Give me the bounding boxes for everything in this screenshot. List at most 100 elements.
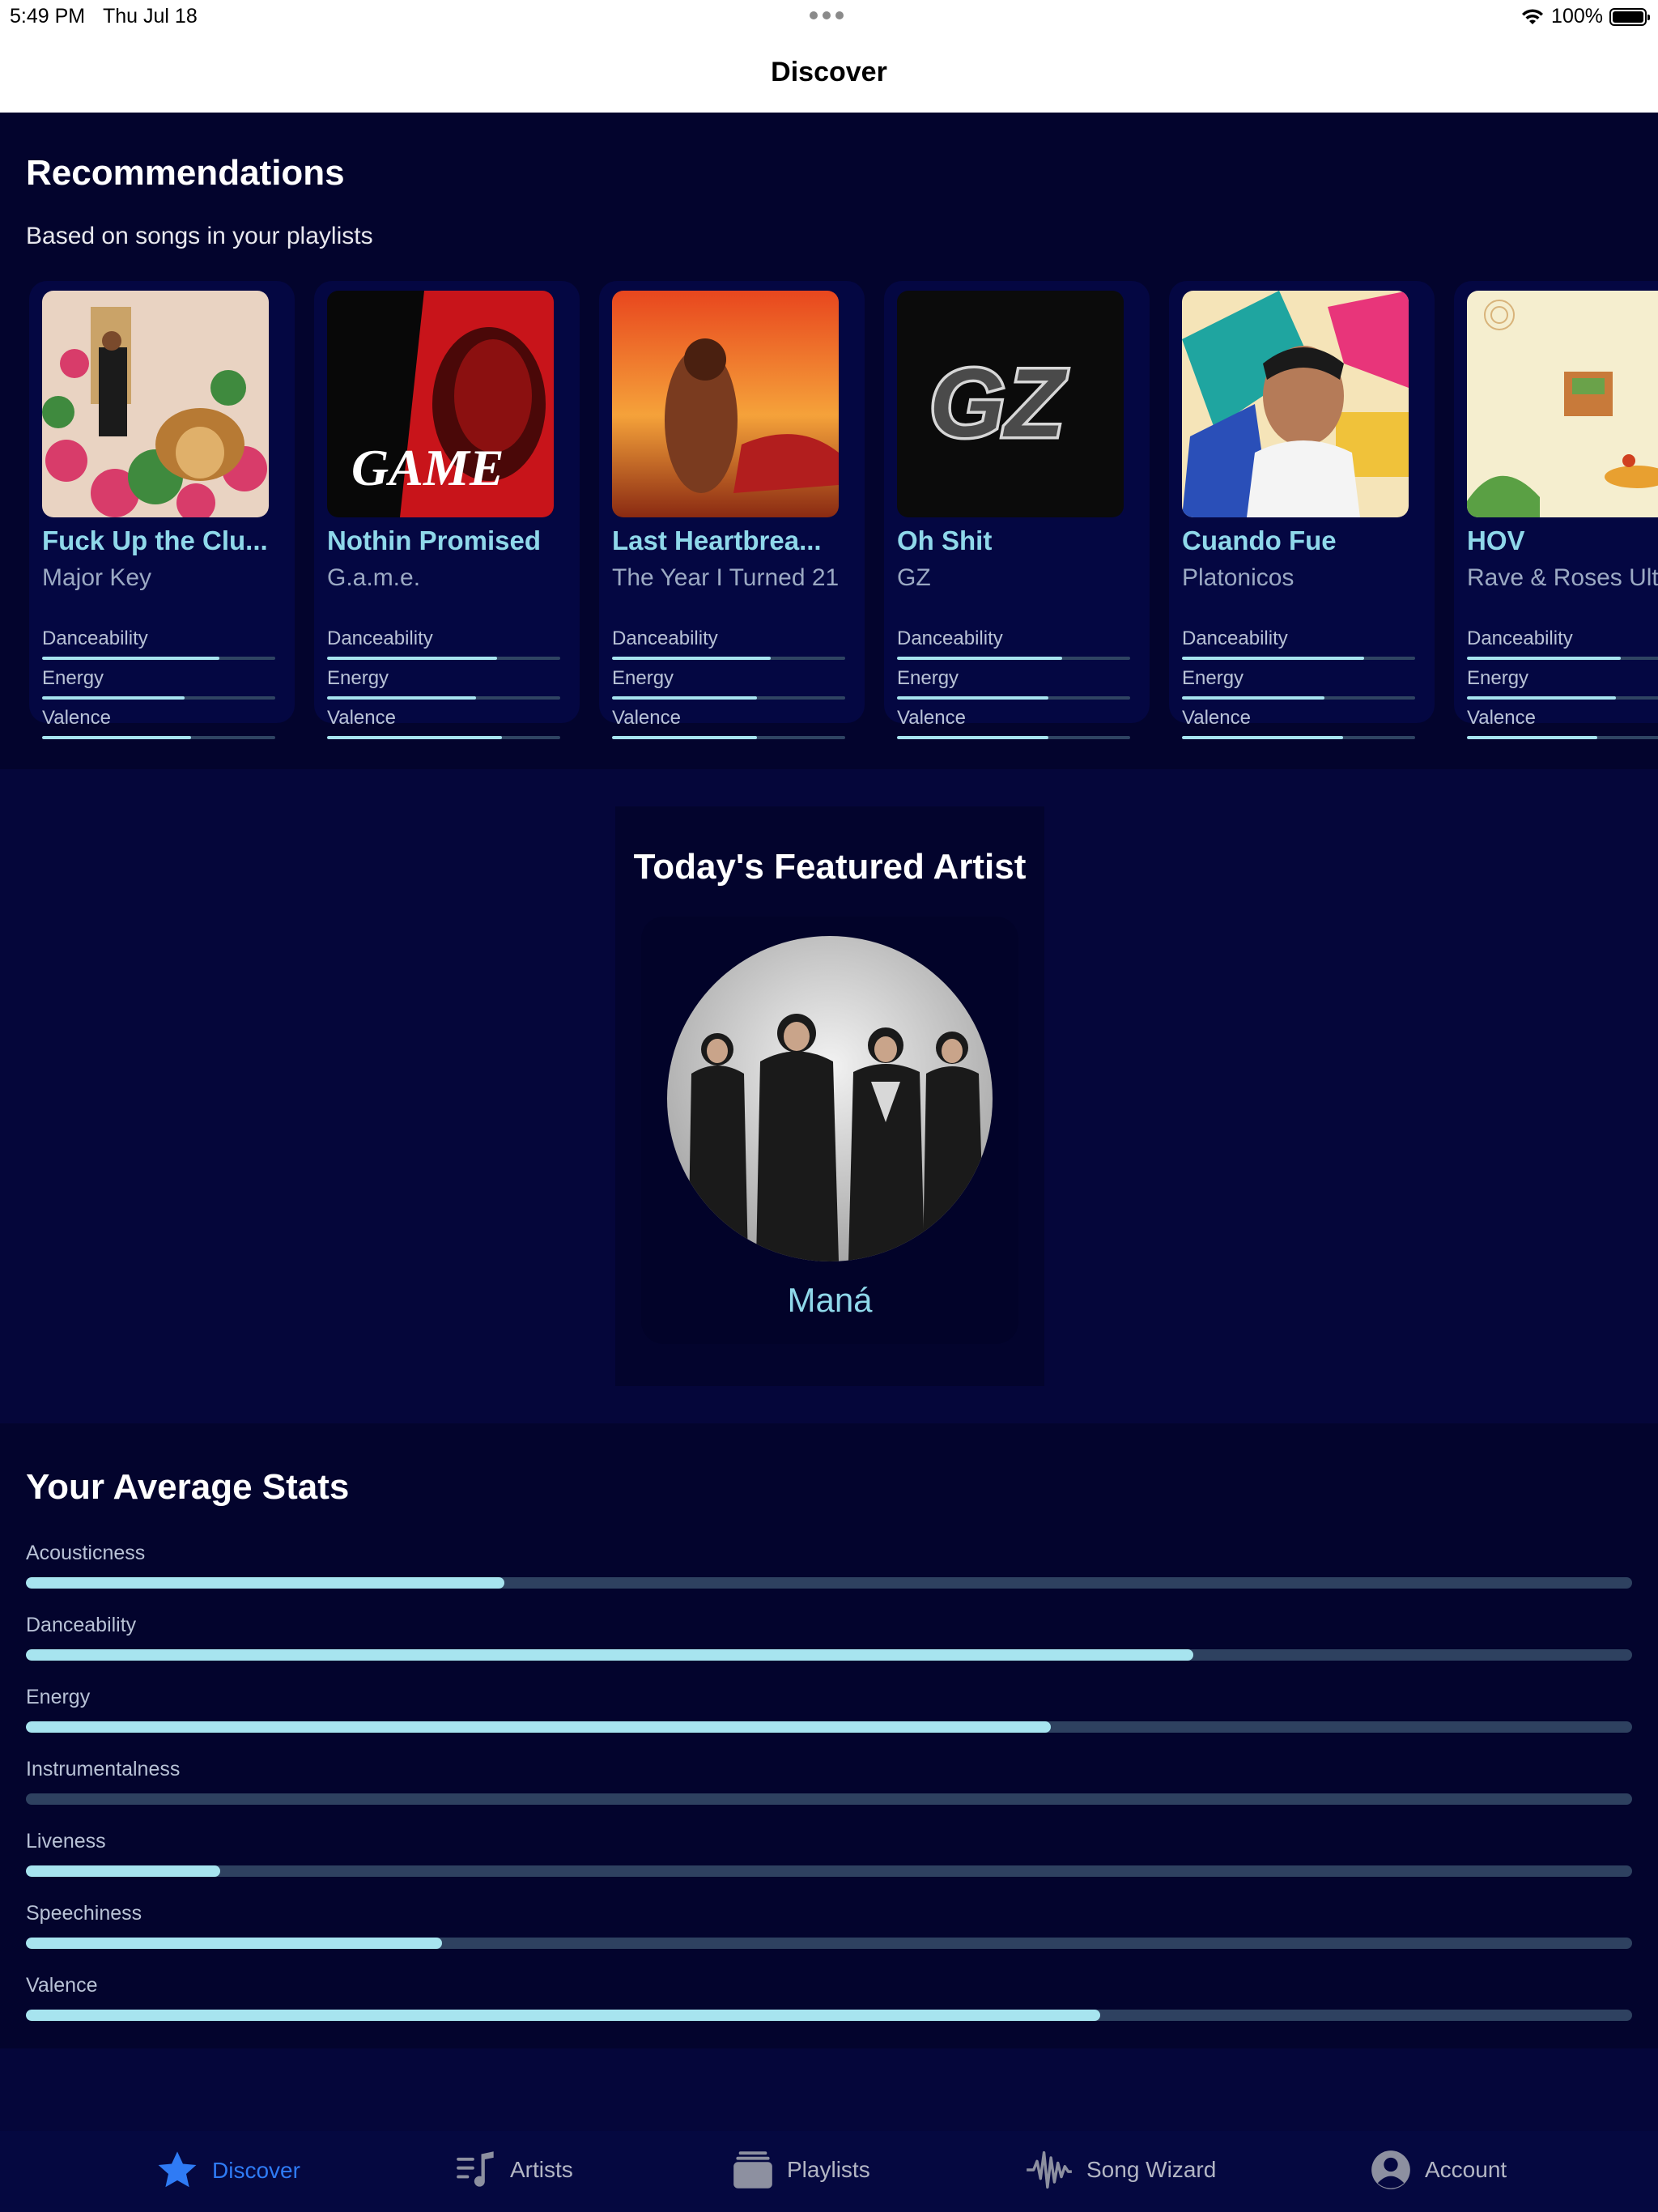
recommendation-card[interactable]: GZ GZ Oh Shit GZ Danceability Energy Vale… (884, 281, 1150, 739)
stat-label: Energy (26, 1686, 91, 1708)
album-cover[interactable] (42, 291, 269, 517)
feature-track (327, 736, 560, 739)
song-title[interactable]: Fuck Up the Clu... (42, 525, 282, 556)
average-stats-section: Your Average Stats Acousticness Danceabi… (0, 1423, 1658, 2048)
artist-photo (667, 936, 993, 1261)
wifi-icon (1522, 8, 1544, 24)
feature-track (612, 657, 845, 660)
tab-label: Account (1425, 2157, 1507, 2182)
stat-speechiness: Speechiness (26, 1902, 1632, 1949)
stat-fill (26, 1577, 505, 1589)
feature-label: Valence (612, 707, 681, 729)
page-title: Discover (771, 57, 887, 87)
feature-energy: Energy (897, 667, 1130, 700)
feature-track (1182, 657, 1415, 660)
recommendation-card[interactable]: Fuck Up the Clu... Major Key Danceabilit… (29, 281, 295, 739)
battery-icon (1609, 7, 1650, 26)
stack-icon (733, 2151, 772, 2189)
feature-fill (1182, 657, 1364, 660)
feature-fill (612, 736, 757, 739)
recommendations-subtitle: Based on songs in your playlists (26, 223, 373, 249)
feature-danceability: Danceability (612, 627, 845, 660)
tab-bar: Discover Artists Playlists Song Wizard A… (0, 2131, 1658, 2212)
feature-label: Danceability (897, 627, 1003, 649)
recommendation-card[interactable]: Cuando Fue Platonicos Danceability Energ… (1169, 281, 1435, 739)
status-time: 5:49 PM (10, 5, 86, 28)
artist-name[interactable]: Maná (641, 1281, 1018, 1320)
stat-label: Danceability (26, 1614, 137, 1636)
multitasking-dots-icon[interactable] (810, 11, 844, 19)
tab-discover[interactable]: Discover (155, 2149, 300, 2193)
feature-danceability: Danceability (327, 627, 560, 660)
song-title[interactable]: HOV (1467, 525, 1658, 556)
feature-danceability: Danceability (1467, 627, 1658, 660)
tab-song-wizard[interactable]: Song Wizard (1025, 2149, 1216, 2191)
stat-instrumentalness: Instrumentalness (26, 1758, 1632, 1805)
album-cover[interactable]: GZ GZ (897, 291, 1124, 517)
feature-energy: Energy (1467, 667, 1658, 700)
album-cover[interactable] (1467, 291, 1658, 517)
song-title[interactable]: Last Heartbrea... (612, 525, 852, 556)
stat-energy: Energy (26, 1686, 1632, 1733)
featured-artist-section: Today's Featured Artist Maná (615, 806, 1044, 1386)
stat-fill (26, 2010, 1101, 2021)
feature-danceability: Danceability (42, 627, 275, 660)
feature-label: Danceability (612, 627, 718, 649)
stat-track (26, 2010, 1632, 2021)
tab-playlists[interactable]: Playlists (732, 2149, 870, 2191)
album-cover[interactable] (1182, 291, 1409, 517)
stat-track (26, 1721, 1632, 1733)
song-title[interactable]: Nothin Promised (327, 525, 567, 556)
feature-fill (1467, 736, 1598, 739)
feature-label: Danceability (42, 627, 148, 649)
featured-artist-card[interactable]: Maná (641, 917, 1018, 1344)
stat-track (26, 1793, 1632, 1805)
feature-fill (327, 696, 477, 700)
feature-track (897, 696, 1130, 700)
stat-fill (26, 1721, 1051, 1733)
feature-label: Energy (897, 667, 959, 689)
feature-energy: Energy (327, 667, 560, 700)
stat-valence: Valence (26, 1974, 1632, 2021)
stat-label: Instrumentalness (26, 1758, 181, 1780)
feature-label: Danceability (327, 627, 433, 649)
recommendation-card[interactable]: Last Heartbrea... The Year I Turned 21 D… (599, 281, 865, 739)
feature-fill (612, 657, 771, 660)
album-cover[interactable] (612, 291, 839, 517)
feature-energy: Energy (1182, 667, 1415, 700)
feature-label: Valence (1467, 707, 1536, 729)
stat-label: Valence (26, 1974, 98, 1997)
stat-label: Speechiness (26, 1902, 142, 1925)
stat-fill (26, 1865, 221, 1877)
svg-text:GZ: GZ (929, 349, 1068, 457)
feature-track (1182, 696, 1415, 700)
status-bar: 5:49 PM Thu Jul 18 100% (0, 0, 1658, 32)
stat-track (26, 1938, 1632, 1949)
feature-track (1467, 657, 1658, 660)
tab-artists[interactable]: Artists (455, 2149, 573, 2191)
feature-danceability: Danceability (1182, 627, 1415, 660)
recommendation-card[interactable]: HOV Rave & Roses Ultra Danceability Ener… (1454, 281, 1658, 739)
song-title[interactable]: Oh Shit (897, 525, 1137, 556)
stat-track (26, 1577, 1632, 1589)
feature-fill (327, 736, 502, 739)
feature-valence: Valence (612, 707, 845, 739)
status-date: Thu Jul 18 (103, 5, 198, 28)
feature-label: Valence (42, 707, 111, 729)
feature-track (897, 736, 1130, 739)
recommendation-card[interactable]: GAME Nothin Promised G.a.m.e. Danceabili… (314, 281, 580, 739)
stat-track (26, 1865, 1632, 1877)
average-stats-title: Your Average Stats (26, 1467, 350, 1507)
feature-label: Danceability (1467, 627, 1573, 649)
album-cover[interactable]: GAME (327, 291, 554, 517)
feature-fill (897, 696, 1049, 700)
song-title[interactable]: Cuando Fue (1182, 525, 1422, 556)
feature-valence: Valence (42, 707, 275, 739)
tab-account[interactable]: Account (1370, 2149, 1507, 2191)
tab-label: Song Wizard (1086, 2157, 1217, 2182)
song-album: G.a.m.e. (327, 564, 421, 591)
feature-label: Energy (1467, 667, 1529, 689)
feature-fill (327, 657, 498, 660)
feature-valence: Valence (1467, 707, 1658, 739)
feature-track (1467, 696, 1658, 700)
